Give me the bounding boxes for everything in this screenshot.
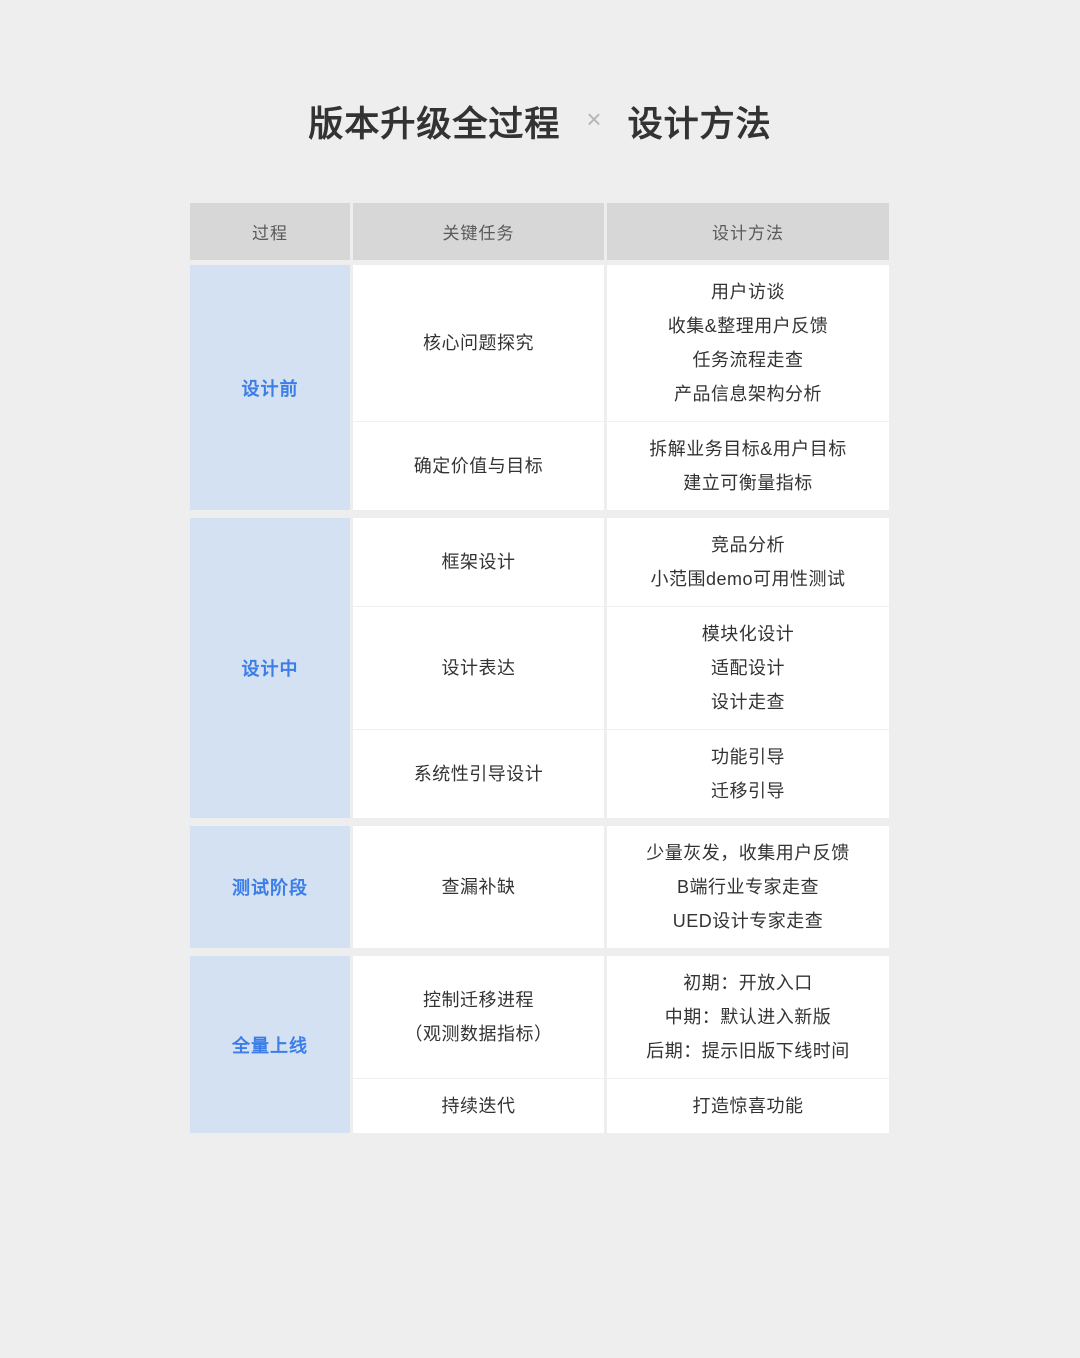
column-header-process: 过程 (190, 203, 350, 260)
design-method-line: 设计走查 (711, 692, 785, 712)
design-method-line: 用户访谈 (711, 282, 785, 302)
design-method-cell: 拆解业务目标&用户目标 建立可衡量指标 (607, 421, 889, 510)
stage-label: 设计中 (241, 659, 299, 679)
stage-label: 测试阶段 (232, 878, 308, 898)
process-method-table: 过程 关键任务 设计方法 设计前 核心问题探究 用户访谈收集&整理用户反馈 任务流程走… (190, 203, 889, 1141)
table-body: 设计前 核心问题探究 用户访谈收集&整理用户反馈 任务流程走查 产品信息架构分析确定价值… (190, 265, 889, 1133)
stage-cell: 设计前 (190, 265, 350, 510)
stage-rows: 查漏补缺 少量灰发，收集用户反馈 B端行业专家走查 UED设计专家走查 (353, 826, 889, 948)
design-method-cell: 模块化设计适配设计设计走查 (607, 606, 889, 729)
table-row: 控制迁移进程 （观测数据指标） 初期：开放入口 中期：默认进入新版 后期：提示旧版下线时… (353, 956, 889, 1078)
table-row: 系统性引导设计 功能引导迁移引导 (353, 729, 889, 818)
stage-label: 设计前 (241, 378, 299, 399)
design-method-cell: 竞品分析小范围demo可用性测试 (607, 518, 889, 606)
stage-cell: 测试阶段 (190, 826, 350, 948)
stage-rows: 控制迁移进程 （观测数据指标） 初期：开放入口 中期：默认进入新版 后期：提示旧版下线时… (353, 956, 889, 1133)
key-task-cell: 确定价值与目标 (353, 421, 604, 510)
design-method-line: 小范围demo可用性测试 (650, 569, 846, 589)
design-method-cell: 功能引导 迁移引导 (607, 729, 889, 818)
stage-rows: 核心问题探究 用户访谈收集&整理用户反馈 任务流程走查 产品信息架构分析确定价值与目标… (353, 265, 889, 510)
table-section: 全量上线 控制迁移进程 （观测数据指标） 初期：开放入口 中期：默认进入新版 后期：提示旧… (190, 956, 889, 1133)
key-task-line: 持续迭代 (441, 1096, 516, 1116)
design-method-cell: 打造惊喜功能 (607, 1078, 889, 1133)
key-task-line: 核心问题探究 (423, 333, 534, 353)
table-row: 框架设计 竞品分析小范围demo可用性测试 (353, 518, 889, 606)
stage-label: 全量上线 (232, 1035, 308, 1056)
design-method-line: 模块化设计 (701, 624, 795, 644)
key-task-line: 控制迁移进程 (423, 990, 534, 1010)
design-method-cell: 用户访谈收集&整理用户反馈 任务流程走查 产品信息架构分析 (607, 265, 889, 421)
stage-cell: 设计中 (190, 518, 350, 818)
table-section: 测试阶段 查漏补缺 少量灰发，收集用户反馈 B端行业专家走查 UED设计专家走查 (190, 826, 889, 948)
table-section: 设计前 核心问题探究 用户访谈收集&整理用户反馈 任务流程走查 产品信息架构分析确定价值… (190, 265, 889, 510)
key-task-line: 查漏补缺 (441, 877, 516, 897)
design-method-line: 打造惊喜功能 (692, 1096, 804, 1116)
key-task-cell: 持续迭代 (353, 1078, 604, 1133)
design-method-line: 迁移引导 (711, 781, 785, 801)
design-method-line: 后期：提示旧版下线时间 (646, 1041, 850, 1061)
design-method-cell: 少量灰发，收集用户反馈 B端行业专家走查 UED设计专家走查 (607, 826, 889, 948)
design-method-line: UED设计专家走查 (672, 911, 824, 931)
page-title-right: 设计方法 (627, 105, 772, 144)
design-method-line: 任务流程走查 (692, 350, 804, 370)
table-row: 设计表达 模块化设计适配设计设计走查 (353, 606, 889, 729)
table-row: 核心问题探究 用户访谈收集&整理用户反馈 任务流程走查 产品信息架构分析 (353, 265, 889, 421)
table-header-row: 过程 关键任务 设计方法 (190, 203, 889, 260)
design-method-line: 收集&整理用户反馈 (667, 316, 829, 336)
key-task-line: 系统性引导设计 (413, 764, 544, 784)
column-header-key-task: 关键任务 (353, 203, 604, 260)
design-method-cell: 初期：开放入口 中期：默认进入新版 后期：提示旧版下线时间 (607, 956, 889, 1078)
multiply-icon: × (586, 104, 602, 134)
stage-rows: 框架设计 竞品分析小范围demo可用性测试设计表达 模块化设计适配设计设计走查系统性… (353, 518, 889, 818)
table-row: 查漏补缺 少量灰发，收集用户反馈 B端行业专家走查 UED设计专家走查 (353, 826, 889, 948)
page-title: 版本升级全过程 × 设计方法 (0, 96, 1080, 147)
key-task-cell: 框架设计 (353, 518, 604, 606)
key-task-line: 设计表达 (441, 658, 516, 678)
table-section: 设计中 框架设计 竞品分析小范围demo可用性测试设计表达 模块化设计适配设计设计走查… (190, 518, 889, 818)
table-row: 确定价值与目标 拆解业务目标&用户目标 建立可衡量指标 (353, 421, 889, 510)
table-row: 持续迭代 打造惊喜功能 (353, 1078, 889, 1133)
design-method-line: 产品信息架构分析 (674, 384, 822, 404)
design-method-line: 中期：默认进入新版 (664, 1007, 832, 1027)
design-method-line: 初期：开放入口 (683, 973, 813, 993)
key-task-line: 框架设计 (441, 552, 516, 572)
key-task-cell: 设计表达 (353, 606, 604, 729)
design-method-line: B端行业专家走查 (676, 877, 819, 897)
key-task-line: （观测数据指标） (404, 1024, 553, 1044)
design-method-line: 竞品分析 (711, 535, 785, 555)
page-title-left: 版本升级全过程 (308, 105, 561, 144)
key-task-cell: 控制迁移进程 （观测数据指标） (353, 956, 604, 1078)
design-method-line: 少量灰发，收集用户反馈 (646, 843, 850, 863)
design-method-line: 功能引导 (711, 747, 785, 767)
key-task-line: 确定价值与目标 (413, 456, 544, 476)
design-method-line: 适配设计 (711, 658, 785, 678)
stage-cell: 全量上线 (190, 956, 350, 1133)
key-task-cell: 系统性引导设计 (353, 729, 604, 818)
design-method-line: 拆解业务目标&用户目标 (649, 439, 847, 459)
design-method-line: 建立可衡量指标 (683, 473, 813, 493)
key-task-cell: 查漏补缺 (353, 826, 604, 948)
column-header-design-method: 设计方法 (607, 203, 889, 260)
key-task-cell: 核心问题探究 (353, 265, 604, 421)
